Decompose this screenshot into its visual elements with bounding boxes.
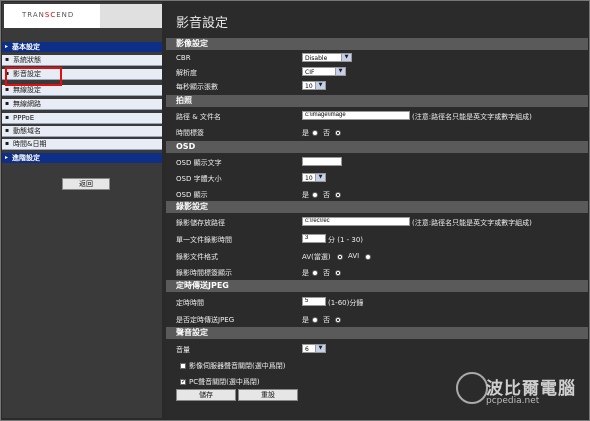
record-ts-yes-radio[interactable] (312, 270, 318, 276)
cbr-label: CBR (176, 54, 191, 62)
sidebar-item-advanced-settings[interactable]: ▸ 進階設定 (2, 153, 162, 163)
photo-ts-no-radio[interactable] (335, 130, 341, 136)
resolution-select[interactable]: CIF ▼ (302, 67, 346, 76)
osd-show-label: OSD 顯示 (176, 191, 208, 199)
sidebar: TRANSCEND ▸ 基本設定 ▪ 系統狀態 ▪ 影音設定 ▪ 無線設定 ▪ … (2, 2, 162, 418)
photo-path-label: 路徑 & 文件名 (176, 113, 221, 121)
sidebar-item-system-status[interactable]: ▪ 系統狀態 (2, 55, 162, 66)
back-button[interactable]: 返回 (62, 178, 110, 190)
bullet-icon: ▪ (5, 127, 10, 134)
osd-text-input[interactable] (302, 157, 342, 166)
bullet-icon: ▪ (5, 100, 10, 107)
section-record: 錄影設定 (166, 201, 588, 213)
logo: TRANSCEND (4, 4, 162, 28)
watermark: 波比爾電腦 pcpedia.net (456, 368, 586, 416)
sidebar-item-pppoe[interactable]: ▪ PPPoE (2, 113, 162, 124)
section-jpeg: 定時傳送JPEG (166, 280, 588, 292)
osd-size-label: OSD 字體大小 (176, 175, 222, 183)
section-photo: 拍照 (166, 95, 588, 107)
osd-yes-label: 是 (302, 191, 309, 199)
reset-button[interactable]: 重設 (238, 389, 298, 401)
osd-yes-radio[interactable] (312, 192, 318, 198)
section-audio: 聲音設定 (166, 327, 588, 339)
bullet-icon: ▪ (5, 86, 10, 93)
record-path-label: 錄影儲存放路徑 (176, 219, 225, 227)
save-button[interactable]: 儲存 (176, 389, 236, 401)
photo-path-note: (注意:路徑名只能是英文字或數字組成) (412, 113, 532, 121)
record-format-label: 錄影文件格式 (176, 253, 218, 261)
server-mute-label: 影像伺服器聲音關閉(選中爲閉) (189, 362, 286, 370)
format-avi-label: AVI (348, 252, 360, 260)
jpeg-interval-unit: (1-60)分鐘 (328, 299, 364, 307)
osd-no-radio[interactable] (335, 192, 341, 198)
photo-timestamp-label: 時間標簽 (176, 129, 204, 137)
record-time-unit: 分 (1 - 30) (328, 236, 364, 244)
photo-ts-yes-radio[interactable] (312, 130, 318, 136)
main-panel: 影音設定 影像設定 CBR Disable ▼ 解析度 CIF ▼ 每秒顯示張數 1… (166, 2, 588, 418)
chevron-down-icon: ▼ (315, 174, 325, 181)
fps-label: 每秒顯示張數 (176, 83, 218, 91)
osd-no-label: 否 (323, 191, 330, 199)
pc-mute-label: PC聲音關閉(選中爲閉) (189, 378, 260, 386)
fps-select[interactable]: 10 ▼ (302, 81, 326, 90)
server-mute-checkbox[interactable] (180, 363, 186, 369)
record-time-label: 單一文件錄影時間 (176, 236, 232, 244)
highlight-box (5, 67, 62, 86)
section-osd: OSD (166, 141, 588, 153)
format-avi-radio[interactable] (365, 254, 371, 260)
jpeg-no-radio[interactable] (335, 317, 341, 323)
sidebar-item-ddns[interactable]: ▪ 動態域名 (2, 126, 162, 137)
jpeg-no-label: 否 (323, 316, 330, 324)
robot-face-icon (456, 372, 488, 404)
record-ts-no-label: 否 (323, 269, 330, 277)
format-av-radio[interactable] (337, 254, 343, 260)
jpeg-send-label: 是否定時傳送JPEG (176, 316, 235, 324)
resolution-label: 解析度 (176, 69, 197, 77)
record-path-note: (注意:路徑名只能是英文字或數字組成) (412, 219, 532, 227)
jpeg-interval-label: 定時時間 (176, 299, 204, 307)
format-av-label: AV(當選) (302, 253, 331, 261)
jpeg-interval-input[interactable] (302, 297, 326, 306)
photo-path-input[interactable] (302, 111, 410, 120)
volume-label: 音量 (176, 346, 190, 354)
bullet-icon: ▪ (5, 56, 10, 63)
page-title: 影音設定 (176, 16, 229, 31)
bullet-icon: ▪ (5, 114, 10, 121)
record-ts-yes-label: 是 (302, 269, 309, 277)
osd-text-label: OSD 顯示文字 (176, 159, 222, 167)
bullet-icon: ▪ (5, 140, 10, 147)
sidebar-item-wireless-settings[interactable]: ▪ 無線設定 (2, 85, 162, 96)
chevron-down-icon: ▼ (335, 68, 345, 75)
chevron-down-icon: ▼ (341, 54, 351, 61)
section-video: 影像設定 (166, 38, 588, 50)
chevron-right-icon: ▸ (5, 43, 9, 50)
record-path-input[interactable] (302, 217, 410, 226)
sidebar-item-time-date[interactable]: ▪ 時間&日期 (2, 139, 162, 150)
jpeg-yes-radio[interactable] (312, 317, 318, 323)
chevron-down-icon: ▼ (315, 82, 325, 89)
pc-mute-checkbox[interactable] (180, 378, 186, 385)
record-ts-no-radio[interactable] (335, 270, 341, 276)
chevron-right-icon: ▸ (5, 154, 9, 161)
logo-text: TRANSCEND (22, 11, 75, 19)
logo-strip (100, 4, 162, 28)
record-ts-label: 錄影時間標簽顯示 (176, 269, 232, 277)
sidebar-item-wireless-network[interactable]: ▪ 無線網路 (2, 99, 162, 110)
watermark-url: pcpedia.net (486, 396, 540, 406)
sidebar-item-basic-settings[interactable]: ▸ 基本設定 (2, 42, 162, 52)
chevron-down-icon: ▼ (315, 345, 325, 352)
osd-size-select[interactable]: 10 ▼ (302, 173, 326, 182)
jpeg-yes-label: 是 (302, 316, 309, 324)
photo-ts-no-label: 否 (323, 129, 330, 137)
record-time-input[interactable] (302, 234, 326, 243)
volume-select[interactable]: 6 ▼ (302, 344, 326, 353)
photo-ts-yes-label: 是 (302, 129, 309, 137)
cbr-select[interactable]: Disable ▼ (302, 53, 352, 62)
